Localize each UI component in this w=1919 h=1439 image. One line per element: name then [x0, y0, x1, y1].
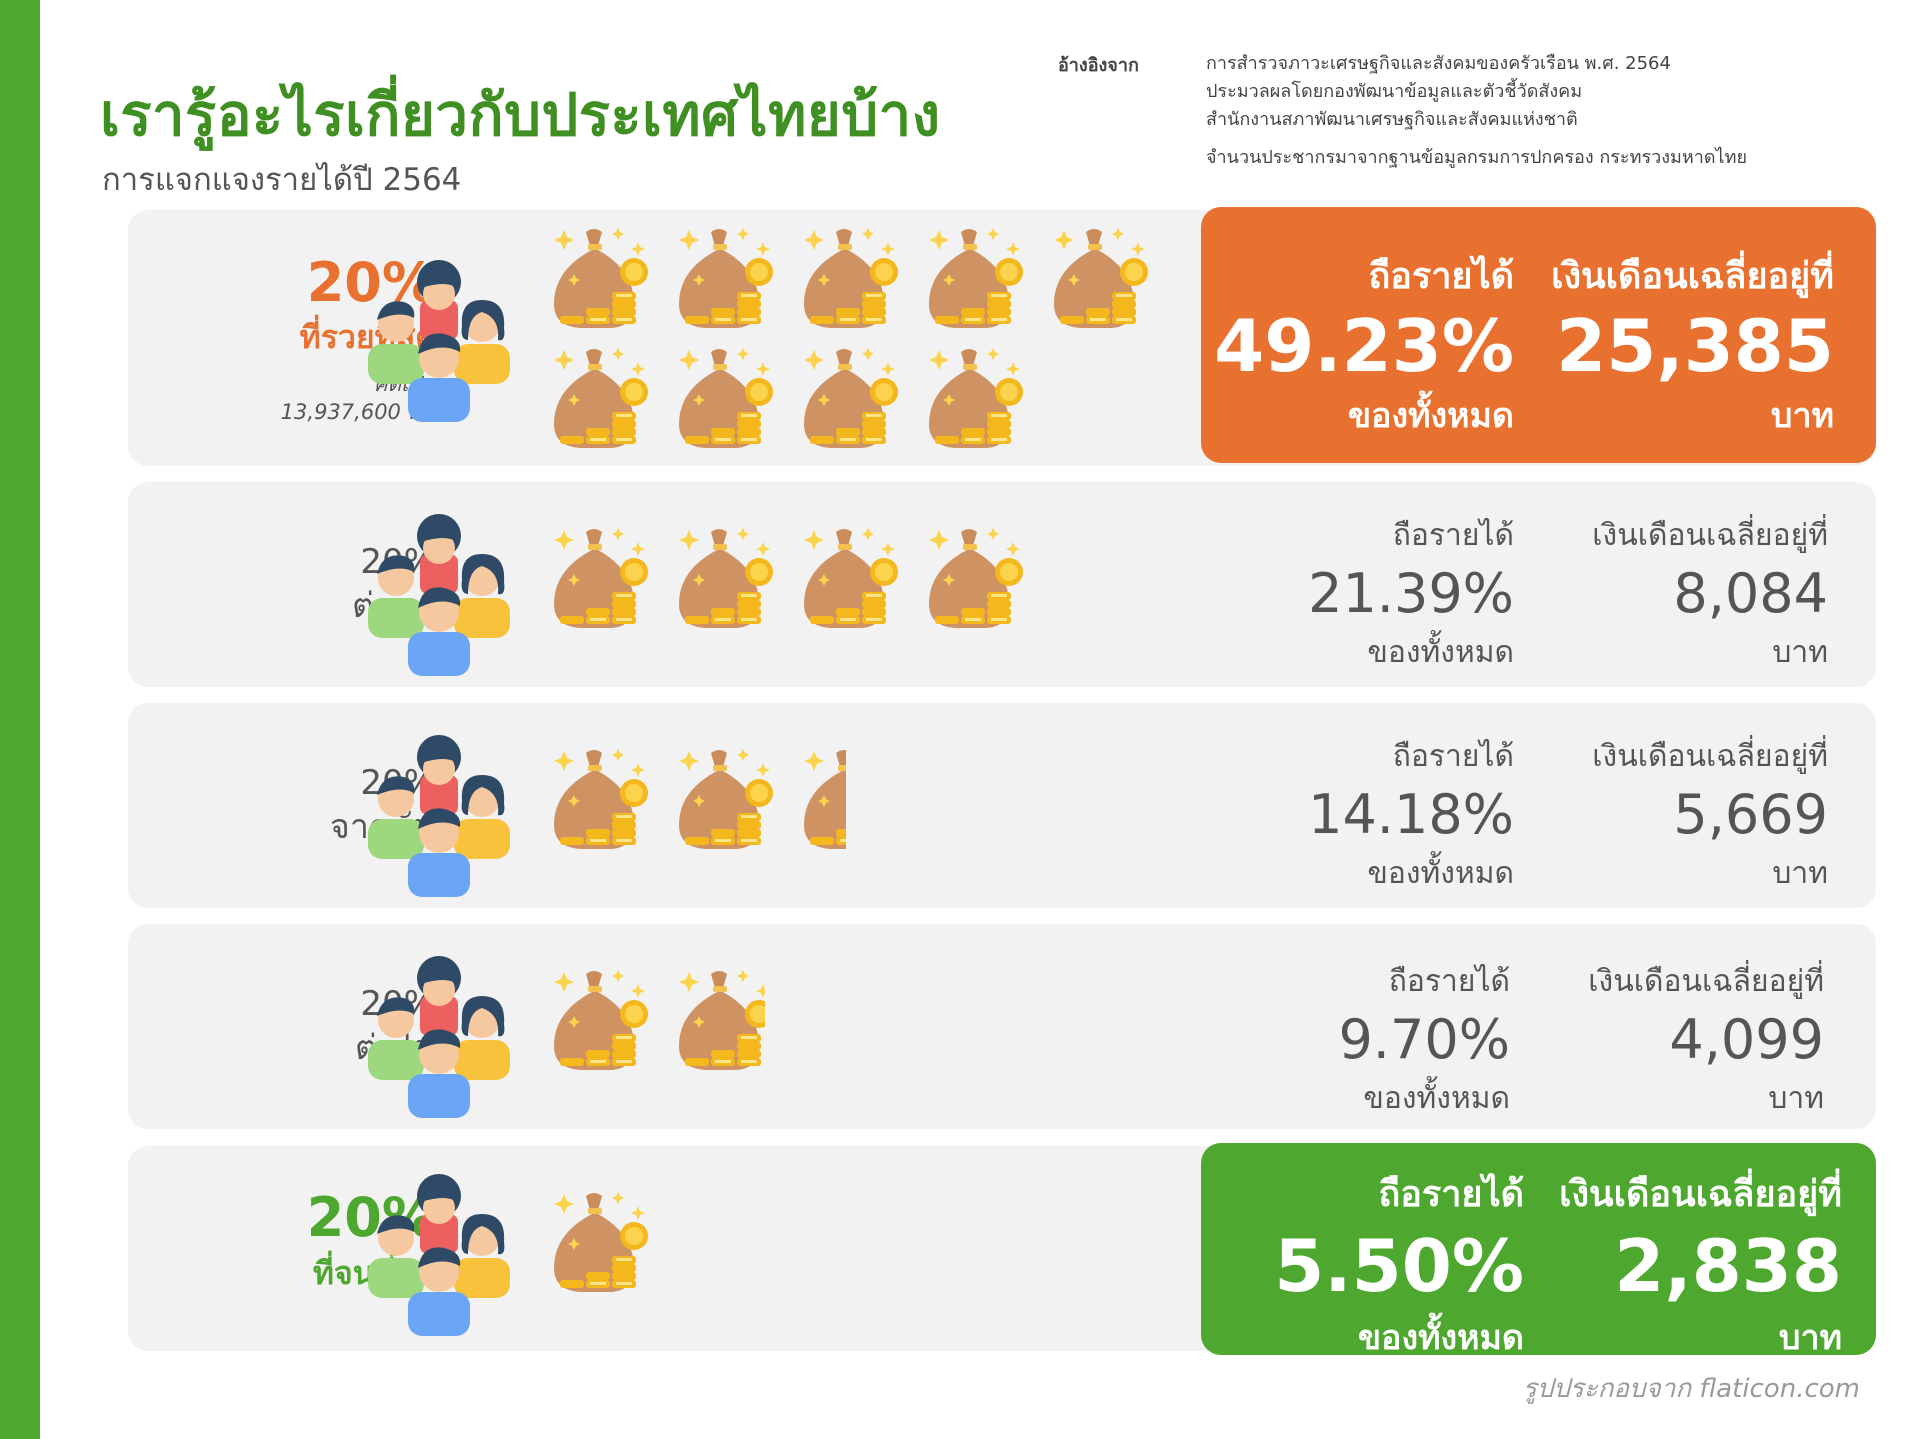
- money-bag-icon: [921, 224, 1031, 336]
- income-label: ถือรายได้: [1392, 518, 1514, 553]
- reference-label: อ้างอิงจาก: [1058, 55, 1139, 76]
- salary-label: เงินเดือนเฉลี่ยอยู่ที่: [1559, 1174, 1842, 1215]
- income-unit: ของทั้งหมด: [1347, 396, 1514, 436]
- income-unit: ของทั้งหมด: [1363, 1081, 1510, 1116]
- money-bag-icon: [1046, 224, 1156, 336]
- income-label: ถือรายได้: [1392, 739, 1514, 774]
- salary-unit: บาท: [1772, 635, 1828, 670]
- salary-unit: บาท: [1778, 1318, 1842, 1358]
- money-bag-icon: [796, 344, 906, 456]
- money-bag-icon: [546, 224, 656, 336]
- income-share-value: 14.18%: [1308, 783, 1514, 846]
- people-group-icon: [364, 948, 514, 1122]
- salary-value: 8,084: [1673, 562, 1828, 625]
- income-unit: ของทั้งหมด: [1367, 635, 1514, 670]
- income-label: ถือรายได้: [1378, 1174, 1524, 1215]
- reference-text: การสำรวจภาวะเศรษฐกิจและสังคมของครัวเรือน…: [1206, 50, 1747, 172]
- page-subtitle: การแจกแจงรายได้ปี 2564: [102, 162, 462, 198]
- salary-label: เงินเดือนเฉลี่ยอยู่ที่: [1588, 964, 1824, 999]
- reference-line: สำนักงานสภาพัฒนาเศรษฐกิจและสังคมแห่งชาติ: [1206, 109, 1578, 130]
- salary-block: เงินเดือนเฉลี่ยอยู่ที่ 2,838 บาท: [1559, 1165, 1842, 1364]
- income-label: ถือรายได้: [1368, 256, 1514, 297]
- salary-value: 4,099: [1669, 1008, 1824, 1071]
- income-row-fourth: 20% ต่อไป: [128, 924, 1876, 1129]
- money-bag-icon: [546, 1188, 656, 1300]
- income-share-value: 9.70%: [1338, 1008, 1510, 1071]
- money-bag-icon: [921, 344, 1031, 456]
- people-group-icon: [364, 727, 514, 901]
- people-group-icon: [364, 506, 514, 680]
- income-share-block: ถือรายได้ 21.39% ของทั้งหมด: [1308, 512, 1514, 676]
- income-row-third: 20% จากนั้น: [128, 703, 1876, 908]
- money-bag-icon: [671, 745, 781, 857]
- salary-unit: บาท: [1772, 856, 1828, 891]
- highlight-card-poorest: ถือรายได้ 5.50% ของทั้งหมด เงินเดือนเฉลี…: [1201, 1143, 1876, 1358]
- salary-label: เงินเดือนเฉลี่ยอยู่ที่: [1592, 518, 1828, 553]
- income-share-block: ถือรายได้ 9.70% ของทั้งหมด: [1338, 958, 1510, 1122]
- population-source-note: จำนวนประชากรมาจากฐานข้อมูลกรมการปกครอง ก…: [1206, 147, 1748, 168]
- money-bag-icon: [546, 344, 656, 456]
- salary-unit: บาท: [1768, 1081, 1824, 1116]
- income-share-value: 49.23%: [1214, 304, 1514, 388]
- income-row-second: 20% ต่อมา: [128, 482, 1876, 687]
- people-group-icon: [364, 252, 514, 426]
- income-unit: ของทั้งหมด: [1367, 856, 1514, 891]
- salary-unit: บาท: [1770, 396, 1834, 436]
- page-title: เรารู้อะไรเกี่ยวกับประเทศไทยบ้าง: [100, 81, 941, 149]
- income-share-block: ถือรายได้ 5.50% ของทั้งหมด: [1274, 1165, 1524, 1364]
- people-group-icon: [364, 1166, 514, 1340]
- income-unit: ของทั้งหมด: [1357, 1318, 1524, 1358]
- reference-line: ประมวลผลโดยกองพัฒนาข้อมูลและตัวชี้วัดสัง…: [1206, 81, 1583, 102]
- reference-line: การสำรวจภาวะเศรษฐกิจและสังคมของครัวเรือน…: [1206, 53, 1671, 74]
- salary-label: เงินเดือนเฉลี่ยอยู่ที่: [1592, 739, 1828, 774]
- money-bag-icon: [796, 745, 846, 857]
- income-label: ถือรายได้: [1388, 964, 1510, 999]
- salary-block: เงินเดือนเฉลี่ยอยู่ที่ 4,099 บาท: [1588, 958, 1824, 1122]
- salary-value: 5,669: [1673, 783, 1828, 846]
- money-bag-icon: [671, 224, 781, 336]
- income-share-block: ถือรายได้ 49.23% ของทั้งหมด: [1214, 247, 1514, 442]
- money-bag-icon: [921, 524, 1031, 636]
- salary-label: เงินเดือนเฉลี่ยอยู่ที่: [1551, 256, 1834, 297]
- salary-block: เงินเดือนเฉลี่ยอยู่ที่ 25,385 บาท: [1551, 247, 1834, 442]
- money-bag-icon: [671, 344, 781, 456]
- money-bag-icon: [546, 966, 656, 1078]
- income-share-value: 5.50%: [1274, 1224, 1524, 1308]
- money-bag-icon: [546, 745, 656, 857]
- income-share-block: ถือรายได้ 14.18% ของทั้งหมด: [1308, 733, 1514, 897]
- money-bag-icon: [671, 966, 765, 1078]
- salary-block: เงินเดือนเฉลี่ยอยู่ที่ 5,669 บาท: [1592, 733, 1828, 897]
- salary-value: 2,838: [1614, 1224, 1842, 1308]
- salary-value: 25,385: [1556, 304, 1834, 388]
- money-bag-icon: [796, 524, 906, 636]
- money-bag-icon: [796, 224, 906, 336]
- money-bag-icon: [671, 524, 781, 636]
- highlight-card-richest: ถือรายได้ 49.23% ของทั้งหมด เงินเดือนเฉล…: [1201, 207, 1876, 463]
- money-bag-icon: [546, 524, 656, 636]
- income-share-value: 21.39%: [1308, 562, 1514, 625]
- left-accent-bar: [0, 0, 40, 1439]
- image-credit: รูปประกอบจาก flaticon.com: [1522, 1374, 1860, 1404]
- salary-block: เงินเดือนเฉลี่ยอยู่ที่ 8,084 บาท: [1592, 512, 1828, 676]
